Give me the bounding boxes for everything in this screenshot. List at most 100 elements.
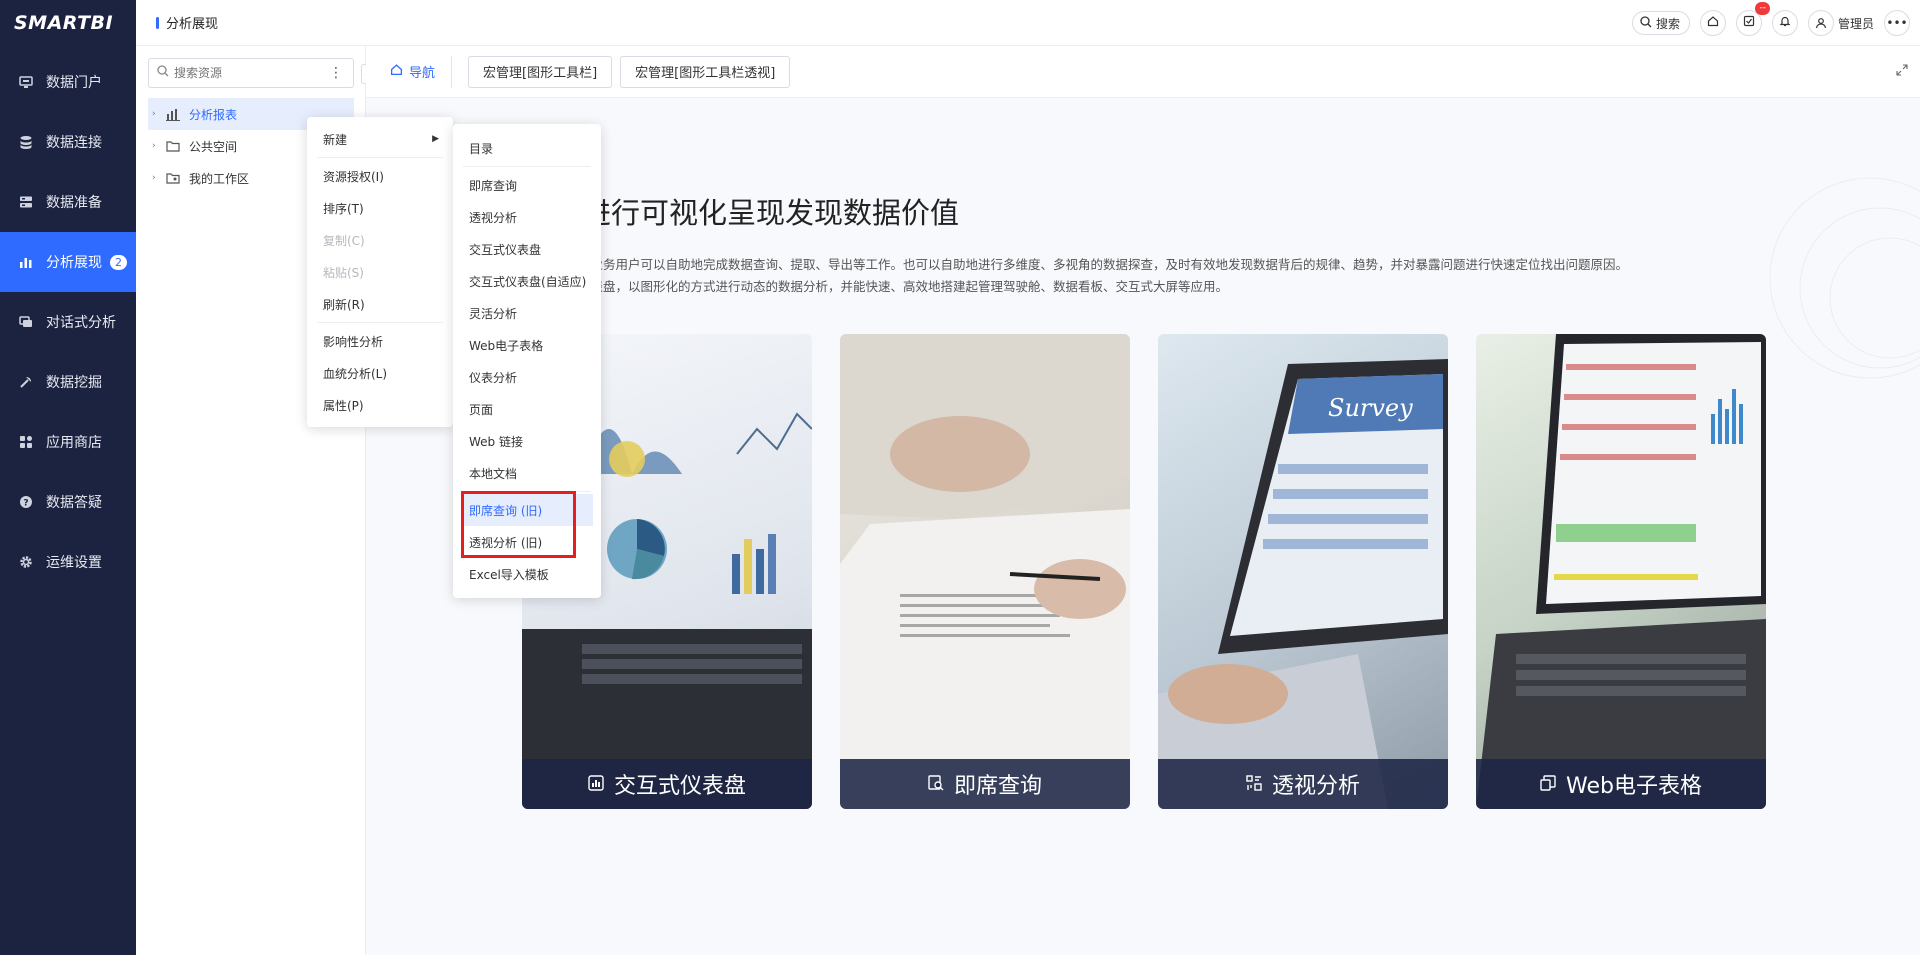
submenu-item-web-link[interactable]: Web 链接 xyxy=(453,425,601,457)
menu-item-label: 复制(C) xyxy=(323,233,365,248)
nav-item-data-qa[interactable]: ? 数据答疑 xyxy=(0,472,136,532)
pickaxe-icon xyxy=(18,374,34,390)
more-dots-icon: ••• xyxy=(1886,16,1908,30)
nav-item-data-connection[interactable]: 数据连接 xyxy=(0,112,136,172)
submenu-item-label: 即席查询 (旧) xyxy=(469,503,543,518)
menu-item-lineage-analysis[interactable]: 血统分析(L) xyxy=(307,357,453,389)
query-icon xyxy=(928,772,944,797)
nav-item-ops-settings[interactable]: 运维设置 xyxy=(0,532,136,592)
report-icon xyxy=(166,108,182,121)
fullscreen-icon[interactable] xyxy=(1896,64,1908,80)
card-adhoc-query[interactable]: 即席查询 xyxy=(840,334,1130,809)
user-name: 管理员 xyxy=(1837,16,1874,31)
card-web-spreadsheet[interactable]: Web电子表格 xyxy=(1476,334,1766,809)
menu-item-label: 属性(P) xyxy=(323,398,364,413)
task-check-icon xyxy=(1743,15,1755,31)
pivot-analysis-photo: Survey xyxy=(1158,359,1448,809)
decorative-circles xyxy=(1769,177,1920,379)
left-nav: SMARTBI 数据门户 数据连接 数据准备 分析展现 2 对话式分析 数据挖掘 xyxy=(0,0,136,955)
menu-divider xyxy=(317,322,443,323)
new-submenu: 目录 即席查询 透视分析 交互式仪表盘 交互式仪表盘(自适应) 灵活分析 Web… xyxy=(453,124,601,598)
submenu-item-page[interactable]: 页面 xyxy=(453,393,601,425)
home-icon xyxy=(390,63,403,80)
submenu-item-label: 本地文档 xyxy=(469,466,518,481)
submenu-item-label: Excel导入模板 xyxy=(469,567,549,582)
tab-navigation[interactable]: 导航 xyxy=(390,55,453,88)
search-icon xyxy=(157,65,169,81)
hero-description: 互式仪表盘，以图形化的方式进行动态的数据分析，并能快速、高效地搭建起管理驾驶舱、… xyxy=(553,279,1229,294)
submenu-item-label: 即席查询 xyxy=(469,178,518,193)
menu-item-refresh[interactable]: 刷新(R) xyxy=(307,288,453,320)
card-caption: Web电子表格 xyxy=(1476,759,1766,809)
card-label: 透视分析 xyxy=(1271,774,1360,799)
submenu-item-label: 目录 xyxy=(469,141,494,156)
menu-divider xyxy=(463,166,591,167)
menu-item-sort[interactable]: 排序(T) xyxy=(307,192,453,224)
submenu-item-local-document[interactable]: 本地文档 xyxy=(453,457,601,489)
nav-label: 数据准备 xyxy=(46,195,102,211)
nav-item-data-prep[interactable]: 数据准备 xyxy=(0,172,136,232)
context-menu: 新建 ▶ 资源授权(I) 排序(T) 复制(C) 粘贴(S) 刷新(R) 影响性… xyxy=(307,117,453,427)
user-menu[interactable]: 管理员 xyxy=(1807,10,1874,36)
submenu-item-directory[interactable]: 目录 xyxy=(453,132,601,164)
submenu-item-interactive-dashboard[interactable]: 交互式仪表盘 xyxy=(453,233,601,265)
global-search-button[interactable]: 搜索 xyxy=(1631,11,1690,35)
svg-text:Survey: Survey xyxy=(1328,394,1413,422)
nav-item-app-store[interactable]: 应用商店 xyxy=(0,412,136,472)
tasks-button[interactable]: -- xyxy=(1735,2,1770,36)
menu-item-paste: 粘贴(S) xyxy=(307,256,453,288)
apps-icon xyxy=(18,434,34,450)
resource-search-input[interactable] xyxy=(174,66,334,80)
submenu-item-interactive-dashboard-adaptive[interactable]: 交互式仪表盘(自适应) xyxy=(453,265,601,297)
more-button[interactable]: ••• xyxy=(1884,10,1910,36)
tab-macro-toolbar[interactable]: 宏管理[图形工具栏] xyxy=(468,55,613,88)
menu-item-label: 粘贴(S) xyxy=(323,265,364,280)
chevron-right-icon[interactable]: › xyxy=(152,109,166,119)
submenu-item-label: Web电子表格 xyxy=(469,338,544,353)
submenu-item-web-spreadsheet[interactable]: Web电子表格 xyxy=(453,329,601,361)
nav-item-data-mining[interactable]: 数据挖掘 xyxy=(0,352,136,412)
submenu-item-label: 页面 xyxy=(469,402,494,417)
adhoc-query-photo xyxy=(840,334,1130,809)
bell-icon xyxy=(1779,15,1791,31)
pivot-icon xyxy=(1246,772,1262,797)
menu-item-properties[interactable]: 属性(P) xyxy=(307,389,453,421)
vertical-more-icon[interactable]: ⋮ xyxy=(329,65,343,81)
submenu-item-flexible-analysis[interactable]: 灵活分析 xyxy=(453,297,601,329)
menu-item-impact-analysis[interactable]: 影响性分析 xyxy=(307,325,453,357)
notifications-button[interactable] xyxy=(1771,10,1798,36)
submenu-item-pivot-analysis[interactable]: 透视分析 xyxy=(453,201,601,233)
submenu-item-adhoc-query-old[interactable]: 即席查询 (旧) xyxy=(461,494,593,526)
nav-item-analysis[interactable]: 分析展现 2 xyxy=(0,232,136,292)
tab-macro-toolbar-pivot[interactable]: 宏管理[图形工具栏透视] xyxy=(620,55,791,88)
svg-text:?: ? xyxy=(23,499,28,509)
submenu-item-label: 交互式仪表盘(自适应) xyxy=(469,274,587,289)
workspace-icon xyxy=(166,172,182,184)
tree-item-label: 公共空间 xyxy=(189,139,238,154)
menu-item-new[interactable]: 新建 ▶ xyxy=(307,123,453,155)
nav-item-chat-analysis[interactable]: 对话式分析 xyxy=(0,292,136,352)
title-accent-bar xyxy=(156,16,159,29)
tab-bar: 导航 宏管理[图形工具栏] 宏管理[图形工具栏透视] xyxy=(366,46,1920,98)
bar-chart-icon xyxy=(18,254,34,270)
menu-item-resource-auth[interactable]: 资源授权(I) xyxy=(307,160,453,192)
chat-icon xyxy=(18,314,34,330)
logo[interactable]: SMARTBI xyxy=(0,0,136,46)
menu-divider xyxy=(317,157,443,158)
submenu-item-adhoc-query[interactable]: 即席查询 xyxy=(453,169,601,201)
submenu-item-gauge-analysis[interactable]: 仪表分析 xyxy=(453,361,601,393)
submenu-item-label: Web 链接 xyxy=(469,434,523,449)
chevron-right-icon[interactable]: › xyxy=(152,141,166,151)
card-caption: 透视分析 xyxy=(1158,759,1448,809)
nav-item-data-portal[interactable]: 数据门户 xyxy=(0,52,136,112)
notification-badge: -- xyxy=(1755,2,1770,15)
submenu-item-excel-import-template[interactable]: Excel导入模板 xyxy=(453,558,601,590)
card-pivot-analysis[interactable]: Survey 透视分析 xyxy=(1158,334,1448,809)
submenu-item-pivot-analysis-old[interactable]: 透视分析 (旧) xyxy=(453,526,601,558)
nav-label: 运维设置 xyxy=(46,555,102,571)
menu-item-label: 新建 xyxy=(323,132,348,147)
submenu-item-label: 交互式仪表盘 xyxy=(469,242,542,257)
chevron-right-icon[interactable]: › xyxy=(152,173,166,183)
home-button[interactable] xyxy=(1699,10,1726,36)
menu-item-label: 血统分析(L) xyxy=(323,366,388,381)
